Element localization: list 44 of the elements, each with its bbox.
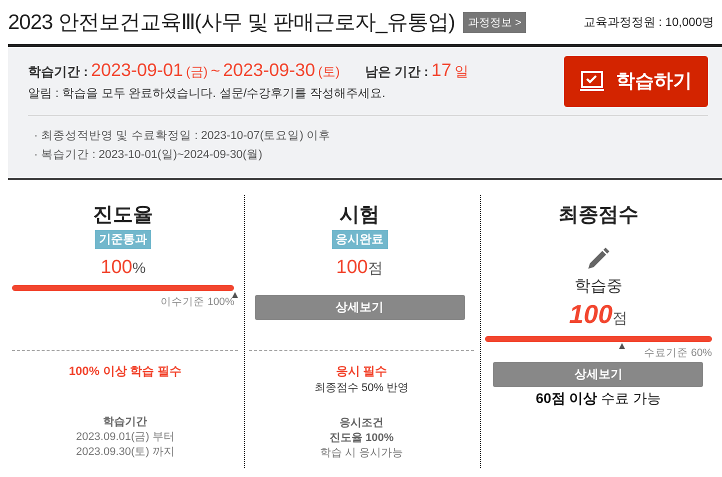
column-title: 시험 bbox=[340, 203, 380, 228]
status-badge: 기준통과 bbox=[95, 230, 152, 249]
requirement-text: 응시 필수 bbox=[336, 363, 388, 380]
period-label: 학습기간 : bbox=[28, 63, 88, 81]
score-unit: % bbox=[132, 260, 146, 277]
study-button[interactable]: 학습하기 bbox=[564, 56, 708, 106]
info-title: 학습기간 bbox=[103, 415, 148, 429]
notice-text: 알림 : 학습을 모두 완료하셨습니다. 설문/수강후기를 작성해주세요. bbox=[28, 85, 386, 102]
info-line: 2023.09.30(토) 까지 bbox=[76, 445, 174, 459]
detail-button[interactable]: 상세보기 bbox=[254, 295, 465, 320]
requirement-note: 최종점수 50% 반영 bbox=[314, 381, 409, 395]
end-date: 2023-09-30 bbox=[223, 60, 316, 81]
status-text: 학습중 bbox=[574, 277, 622, 297]
monitor-check-icon bbox=[580, 70, 604, 92]
date-separator: ~ bbox=[210, 63, 220, 81]
info-line: 진도율 100% bbox=[329, 431, 394, 445]
course-capacity: 교육과정정원 : 10,000명 bbox=[583, 14, 714, 30]
schedule-note: · 복습기간 : 2023-10-01(일)~2024-09-30(월) bbox=[34, 148, 264, 162]
remaining-label: 남은 기간 : bbox=[364, 63, 428, 81]
score-value: 100 bbox=[569, 299, 613, 330]
course-title: 2023 안전보건교육Ⅲ(사무 및 판매근로자_유통업) bbox=[8, 10, 455, 36]
info-line: 학습 시 응시가능 bbox=[320, 446, 404, 460]
start-day: (금) bbox=[186, 63, 208, 81]
score-value: 100 bbox=[100, 257, 132, 279]
column-title: 진도율 bbox=[93, 203, 154, 228]
marker-icon bbox=[232, 292, 238, 298]
column-title: 최종점수 bbox=[558, 203, 638, 228]
info-line: 2023.09.01(금) 부터 bbox=[76, 430, 174, 444]
score-value: 100 bbox=[336, 257, 368, 279]
detail-button[interactable]: 상세보기 bbox=[493, 362, 704, 387]
start-date: 2023-09-01 bbox=[90, 60, 184, 81]
requirement-text: 100% 이상 학습 필수 bbox=[68, 363, 182, 380]
criterion-label: 이수기준 100% bbox=[160, 295, 234, 309]
remaining-unit: 일 bbox=[454, 63, 468, 81]
info-title: 응시조건 bbox=[340, 416, 384, 430]
end-day: (토) bbox=[318, 63, 340, 81]
schedule-note: · 최종성적반영 및 수료확정일 : 2023-10-07(토요일) 이후 bbox=[34, 129, 332, 143]
criterion-label: 수료기준 60% bbox=[644, 346, 712, 360]
score-unit: 점 bbox=[368, 259, 383, 278]
course-info-button[interactable]: 과정정보 > bbox=[462, 12, 526, 32]
status-badge: 응시완료 bbox=[332, 230, 388, 249]
remaining-days: 17 bbox=[431, 60, 452, 81]
pass-condition: 60점 이상 수료 가능 bbox=[536, 390, 661, 408]
score-unit: 점 bbox=[612, 309, 628, 328]
